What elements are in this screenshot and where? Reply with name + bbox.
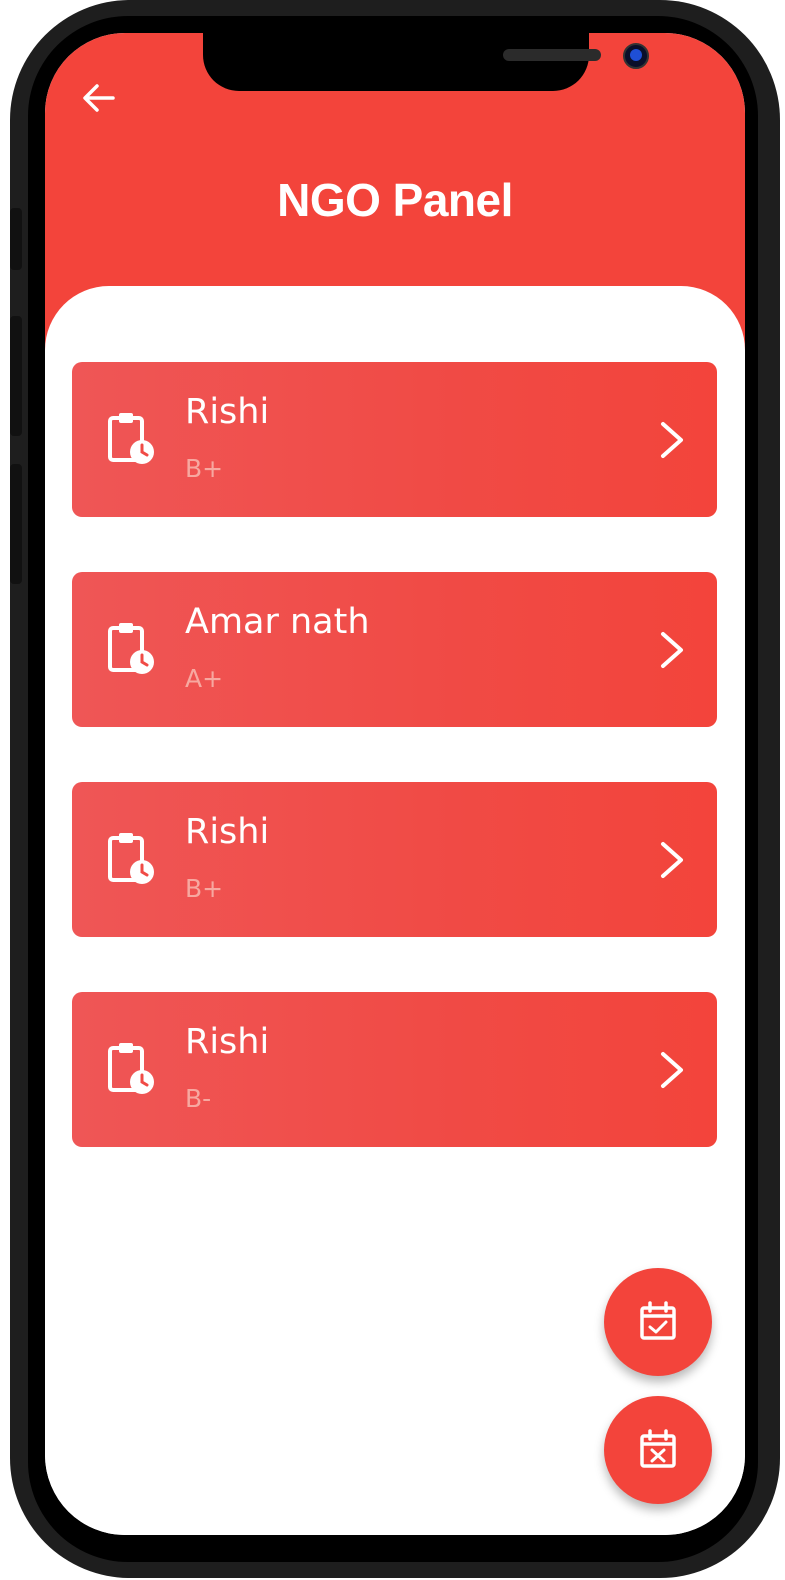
chevron-right-icon — [661, 632, 683, 668]
notch — [203, 33, 649, 91]
list-item[interactable]: Rishi B- — [72, 992, 717, 1147]
calendar-x-icon — [640, 1429, 676, 1468]
donor-name: Rishi — [185, 812, 270, 852]
arrow-left-icon — [83, 84, 115, 112]
chevron-right-icon — [661, 842, 683, 878]
list-item[interactable]: Rishi B+ — [72, 362, 717, 517]
list-item[interactable]: Rishi B+ — [72, 782, 717, 937]
donor-blood-group: B- — [185, 1084, 212, 1113]
list-item[interactable]: Amar nath A+ — [72, 572, 717, 727]
chevron-right-icon — [661, 422, 683, 458]
speaker — [503, 49, 601, 61]
donor-name: Rishi — [185, 1022, 270, 1062]
chevron-right-icon — [661, 1052, 683, 1088]
donor-blood-group: B+ — [185, 454, 224, 483]
accept-appointment-button[interactable] — [604, 1268, 712, 1376]
donor-blood-group: B+ — [185, 874, 224, 903]
clipboard-clock-icon — [108, 1043, 154, 1094]
phone-volume-down-button — [10, 464, 22, 584]
app-screen: NGO Panel Rishi B+ Amar nath A+ Rishi B+… — [45, 33, 745, 1535]
clipboard-clock-icon — [108, 413, 154, 464]
reject-appointment-button[interactable] — [604, 1396, 712, 1504]
camera — [623, 43, 649, 69]
donor-name: Rishi — [185, 392, 270, 432]
back-button[interactable] — [79, 78, 119, 118]
donor-name: Amar nath — [185, 602, 370, 642]
clipboard-clock-icon — [108, 833, 154, 884]
phone-volume-up-button — [10, 316, 22, 436]
calendar-check-icon — [640, 1301, 676, 1340]
page-title: NGO Panel — [277, 174, 513, 226]
phone-side-button — [10, 208, 22, 270]
donor-blood-group: A+ — [185, 664, 224, 693]
clipboard-clock-icon — [108, 623, 154, 674]
